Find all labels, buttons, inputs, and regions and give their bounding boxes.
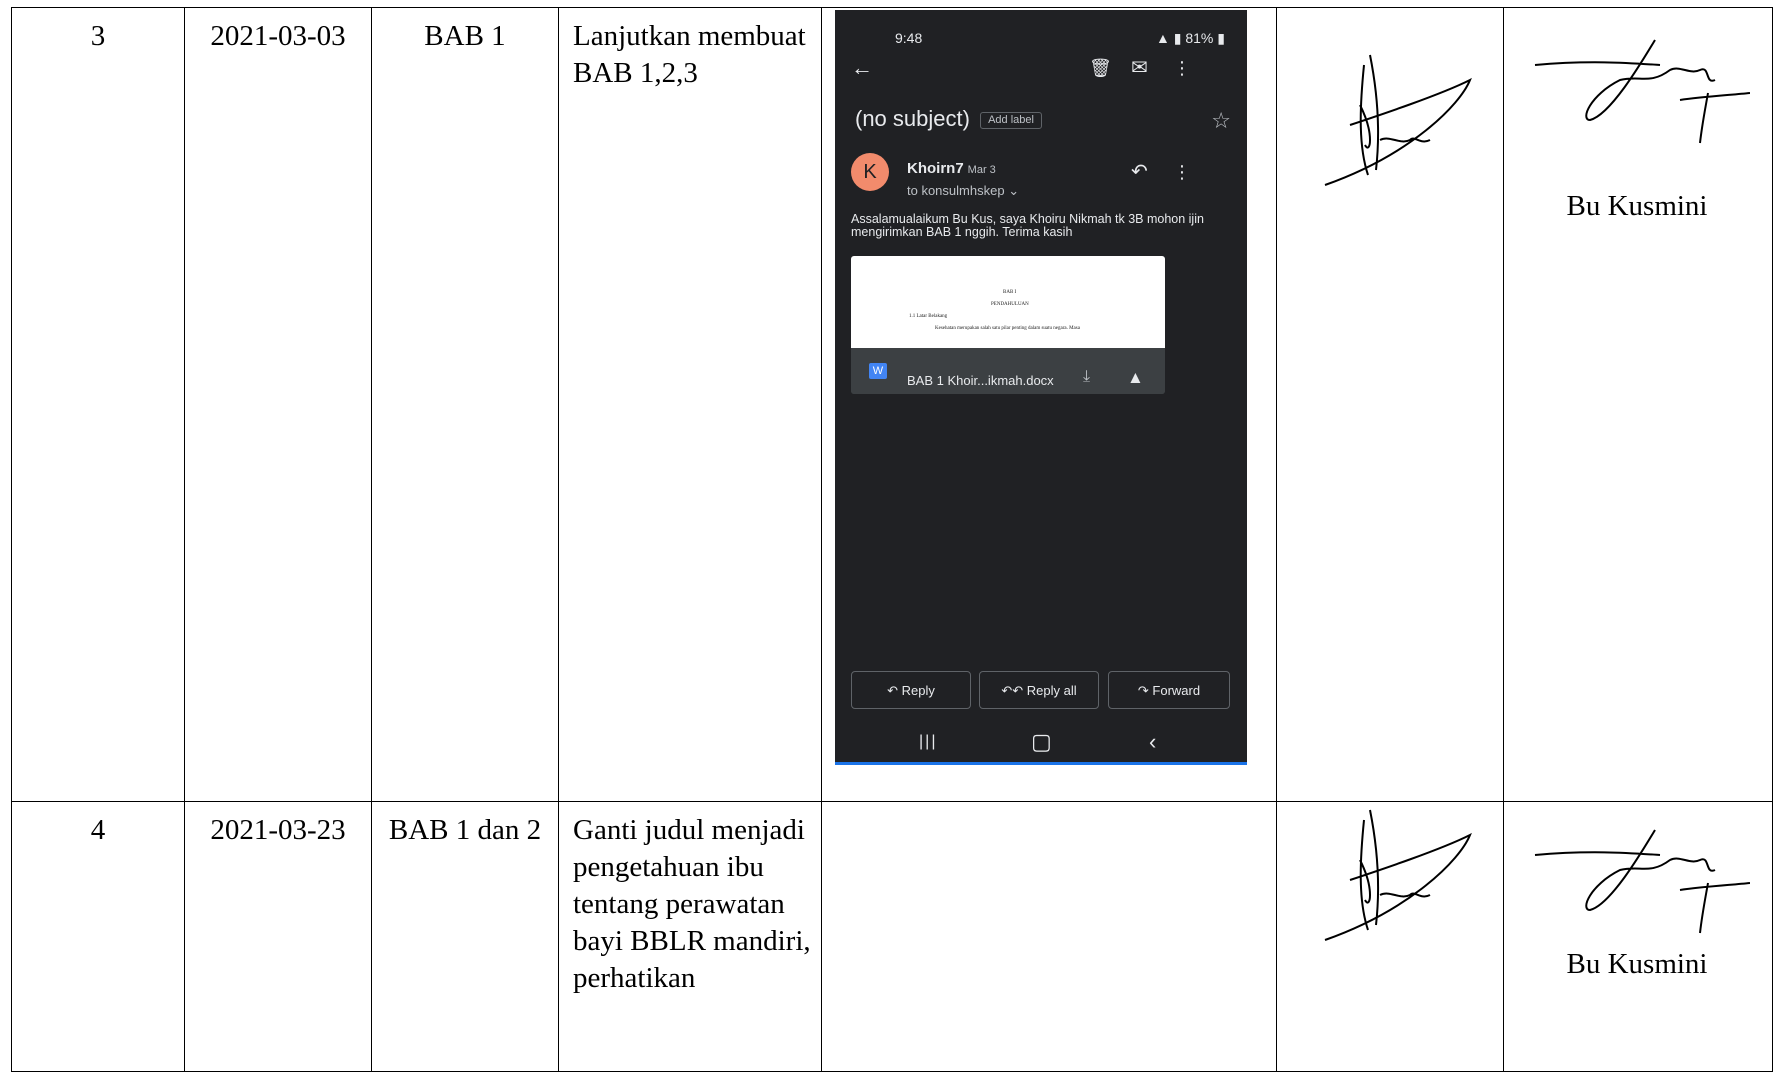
attachment-filename: BAB 1 Khoir...ikmah.docx: [907, 373, 1054, 388]
email-body: Assalamualaikum Bu Kus, saya Khoiru Nikm…: [851, 212, 1204, 239]
more-vert-icon[interactable]: ⋮: [1173, 56, 1191, 80]
student-signature: [1324, 809, 1472, 941]
preview-section: 1.1 Latar Belakang: [909, 314, 948, 319]
recipient[interactable]: to konsulmhskep ⌄: [907, 172, 1019, 209]
reply-icon[interactable]: ↶: [1131, 160, 1148, 184]
phone-status-bar: 9:48 ▲ ▮ 81% ▮: [835, 18, 1247, 46]
home-icon[interactable]: ▢: [1031, 730, 1052, 754]
attachment-preview: BAB I PENDAHULUAN 1.1 Latar Belakang Kes…: [851, 256, 1165, 348]
download-icon[interactable]: ⤓: [1083, 358, 1090, 394]
signal-icon: ▲ ▮: [1156, 30, 1182, 46]
preview-line: Kesehatan merupakan salah satu pilar pen…: [935, 326, 1080, 331]
star-icon[interactable]: ☆: [1211, 102, 1231, 139]
forward-button[interactable]: ↷ Forward: [1108, 671, 1230, 709]
reply-icon: ↶: [887, 683, 899, 698]
subject-text: (no subject): [855, 106, 970, 131]
battery-icon: ▮: [1217, 30, 1225, 46]
reply-all-button[interactable]: ↶↶ Reply all: [979, 671, 1099, 709]
avatar: K: [851, 153, 889, 191]
consult-topic: BAB 1: [424, 20, 506, 52]
chevron-down-icon: ⌄: [1008, 183, 1020, 198]
email-actions: ↶ Reply ↶↶ Reply all ↷ Forward: [851, 671, 1231, 711]
screenshot-underline: [835, 762, 1247, 765]
table-row: 4 2021-03-23 BAB 1 dan 2 Ganti judul men…: [11, 801, 1773, 1072]
battery-level: 81%: [1185, 30, 1214, 46]
consult-note: Lanjutkan membuat BAB 1,2,3: [573, 20, 806, 89]
reply-button[interactable]: ↶ Reply: [851, 671, 971, 709]
row-number: 3: [90, 20, 106, 52]
mail-icon[interactable]: ✉: [1131, 56, 1148, 80]
note-cell: Lanjutkan membuat BAB 1,2,3: [558, 7, 822, 802]
add-label-chip[interactable]: Add label: [980, 111, 1042, 129]
attachment-bar: W BAB 1 Khoir...ikmah.docx ⤓ ▲: [851, 348, 1165, 394]
advisor-signature: [1534, 39, 1750, 144]
advisor-name: Bu Kusmini: [1566, 190, 1708, 222]
word-file-icon: W: [869, 363, 887, 379]
preview-heading: BAB I: [1003, 290, 1017, 295]
consult-note: Ganti judul menjadi pengetahuan ibu tent…: [573, 814, 811, 994]
date-cell: 2021-03-23: [184, 801, 372, 1072]
evidence-cell: 9:48 ▲ ▮ 81% ▮ ← 🗑 ✉ ⋮ (no subject) Add …: [821, 7, 1277, 802]
email-screenshot: 9:48 ▲ ▮ 81% ▮ ← 🗑 ✉ ⋮ (no subject) Add …: [835, 10, 1247, 762]
advisor-name: Bu Kusmini: [1566, 948, 1708, 980]
note-cell: Ganti judul menjadi pengetahuan ibu tent…: [558, 801, 822, 1072]
consult-date: 2021-03-23: [210, 814, 346, 846]
advisor-signature: [1534, 829, 1750, 934]
preview-subheading: PENDAHULUAN: [991, 302, 1029, 307]
recents-icon[interactable]: |||: [919, 730, 937, 754]
date-cell: 2021-03-03: [184, 7, 372, 802]
back-arrow-icon[interactable]: ←: [851, 56, 873, 80]
table-row: 3 2021-03-03 BAB 1 Lanjutkan membuat BAB…: [11, 7, 1773, 802]
consult-topic: BAB 1 dan 2: [388, 814, 542, 846]
android-nav-bar: ||| ▢ ‹: [835, 724, 1247, 760]
more-vert-icon[interactable]: ⋮: [1173, 160, 1191, 184]
consult-date: 2021-03-03: [210, 20, 346, 52]
recipient-text: to konsulmhskep: [907, 183, 1005, 198]
forward-icon: ↷: [1137, 683, 1149, 698]
reply-all-icon: ↶↶: [1001, 683, 1024, 698]
email-toolbar: ← 🗑 ✉ ⋮: [835, 50, 1247, 86]
nav-back-icon[interactable]: ‹: [1149, 730, 1156, 754]
attachment-card[interactable]: BAB I PENDAHULUAN 1.1 Latar Belakang Kes…: [851, 256, 1165, 394]
topic-cell: BAB 1: [371, 7, 559, 802]
trash-icon[interactable]: 🗑: [1089, 56, 1112, 80]
drive-icon[interactable]: ▲: [1127, 359, 1144, 394]
row-number-cell: 4: [11, 801, 185, 1072]
row-number-cell: 3: [11, 7, 185, 802]
row-number: 4: [90, 814, 106, 846]
email-subject: (no subject) Add label: [855, 100, 1042, 137]
student-signature: [1324, 54, 1472, 186]
evidence-cell: [821, 801, 1277, 1072]
consultation-log-table: 3 2021-03-03 BAB 1 Lanjutkan membuat BAB…: [11, 7, 1773, 1072]
topic-cell: BAB 1 dan 2: [371, 801, 559, 1072]
